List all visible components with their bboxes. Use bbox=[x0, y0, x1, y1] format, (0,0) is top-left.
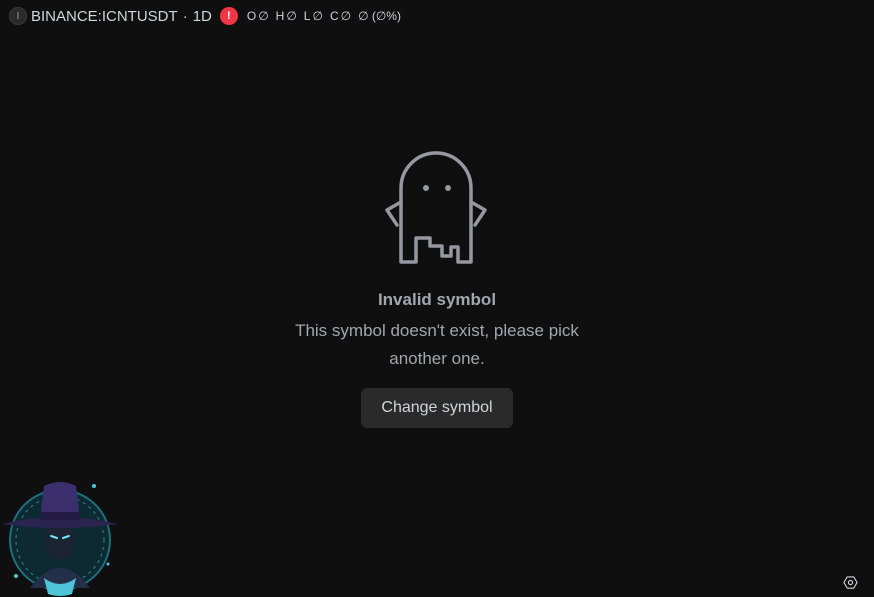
gear-icon bbox=[842, 575, 858, 589]
ohlc-open: O ∅ bbox=[246, 9, 269, 23]
ohlc-values: O ∅ H ∅ L ∅ C ∅ ∅ (∅%) bbox=[247, 9, 401, 23]
symbol-logo-icon: I bbox=[9, 7, 27, 25]
invalid-symbol-panel: Invalid symbol This symbol doesn't exist… bbox=[0, 145, 874, 428]
ohlc-change: ∅ (∅%) bbox=[358, 9, 401, 23]
symbol-legend: I BINANCE:ICNTUSDT · 1D ! O ∅ H ∅ L ∅ C ∅ ∅ … bbox=[9, 7, 401, 25]
ghost-icon bbox=[385, 151, 487, 264]
ohlc-close: C ∅ bbox=[329, 9, 352, 23]
symbol-title[interactable]: BINANCE:ICNTUSDT bbox=[31, 8, 178, 25]
ohlc-low: L ∅ bbox=[303, 9, 323, 23]
warning-icon[interactable]: ! bbox=[219, 7, 238, 25]
empty-message: This symbol doesn't exist, please pick a… bbox=[295, 321, 579, 368]
interval-label[interactable]: 1D bbox=[193, 8, 212, 25]
legend-separator: · bbox=[182, 7, 188, 25]
change-symbol-button[interactable]: Change symbol bbox=[361, 388, 513, 428]
empty-title: Invalid symbol bbox=[377, 290, 497, 309]
wizard-hat-logo bbox=[2, 482, 118, 596]
chart-settings-button[interactable] bbox=[842, 574, 858, 590]
ohlc-high: H ∅ bbox=[275, 9, 297, 23]
